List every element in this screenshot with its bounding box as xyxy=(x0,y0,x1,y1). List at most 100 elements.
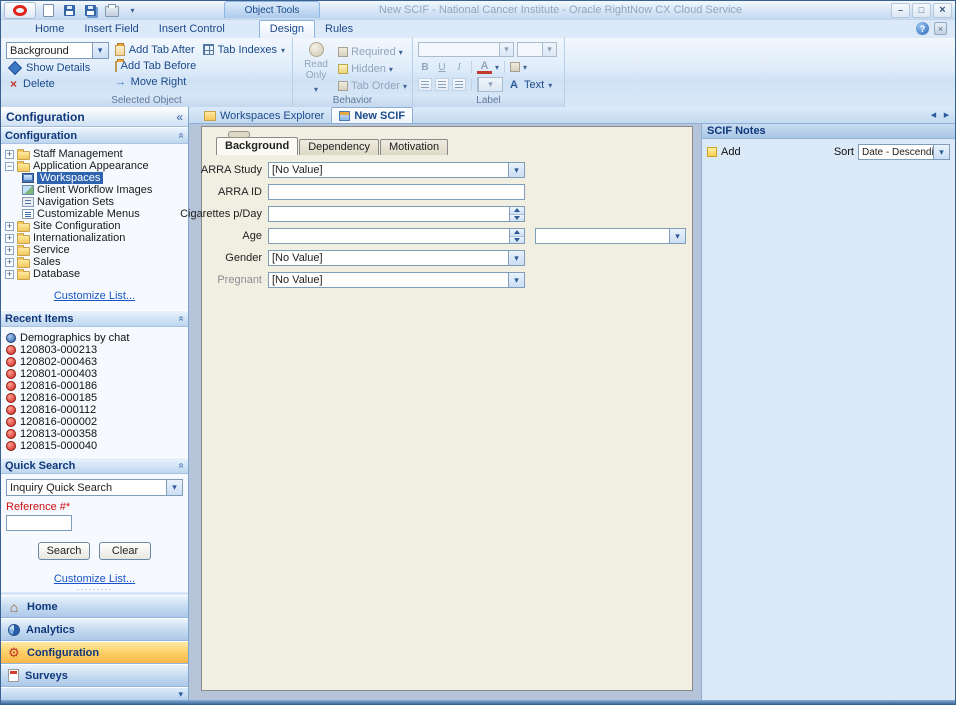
maximize-button[interactable] xyxy=(912,3,931,18)
recent-item[interactable]: 120816-000186 xyxy=(1,380,188,392)
recent-item[interactable]: 120816-000002 xyxy=(1,416,188,428)
expand-icon[interactable] xyxy=(5,270,14,279)
splitter-grip[interactable] xyxy=(77,584,113,594)
tree-item-database[interactable]: Database xyxy=(1,268,188,280)
align-left-button[interactable] xyxy=(418,78,432,91)
underline-button[interactable] xyxy=(435,60,449,74)
tab-insert-control[interactable]: Insert Control xyxy=(149,21,235,38)
chevron-down-icon[interactable] xyxy=(508,251,524,265)
tab-indexes-button[interactable]: Tab Indexes xyxy=(201,42,287,57)
recent-item[interactable]: 120816-000112 xyxy=(1,404,188,416)
arra-study-dropdown[interactable]: [No Value] xyxy=(268,162,525,178)
chevron-down-icon[interactable] xyxy=(92,43,108,58)
tab-dependency[interactable]: Dependency xyxy=(299,139,379,155)
design-canvas[interactable]: Background Dependency Motivation ARRA St… xyxy=(201,126,693,691)
show-details-button[interactable]: Show Details xyxy=(6,60,109,75)
font-size-selector[interactable] xyxy=(517,42,557,57)
chevron-down-icon[interactable] xyxy=(495,61,499,73)
logout-icon[interactable] xyxy=(934,22,947,35)
font-color-button[interactable] xyxy=(477,60,492,74)
tree-item-site-configuration[interactable]: Site Configuration xyxy=(1,220,188,232)
chevron-down-icon[interactable] xyxy=(478,78,502,91)
tab-design[interactable]: Design xyxy=(259,20,315,38)
sort-order-selector[interactable]: Date - Descending xyxy=(858,144,950,160)
required-button[interactable]: Required xyxy=(338,44,407,59)
new-record-button[interactable] xyxy=(41,3,56,17)
chevron-up-icon[interactable] xyxy=(176,463,187,469)
tree-item-customizable-menus[interactable]: Customizable Menus xyxy=(1,208,188,220)
chevron-down-icon[interactable] xyxy=(523,61,527,73)
tab-new-scif[interactable]: New SCIF xyxy=(331,107,413,123)
spin-up-icon[interactable] xyxy=(510,207,524,215)
fill-color-icon[interactable] xyxy=(510,62,520,72)
oracle-menu-button[interactable] xyxy=(4,2,36,19)
chevron-up-icon[interactable] xyxy=(176,133,187,139)
border-selector[interactable] xyxy=(477,77,503,92)
sidebar-overflow-bar[interactable] xyxy=(1,687,188,700)
expand-icon[interactable] xyxy=(5,246,14,255)
bold-button[interactable] xyxy=(418,60,432,74)
save-button[interactable] xyxy=(62,3,77,17)
recent-item[interactable]: 120802-000463 xyxy=(1,356,188,368)
recent-item[interactable]: 120816-000185 xyxy=(1,392,188,404)
save-all-button[interactable] xyxy=(83,3,98,17)
tab-order-button[interactable]: Tab Order xyxy=(338,78,407,93)
align-center-button[interactable] xyxy=(435,78,449,91)
search-button[interactable]: Search xyxy=(38,542,90,560)
background-selector[interactable]: Background xyxy=(6,42,109,59)
italic-button[interactable] xyxy=(452,60,466,74)
tree-item-client-workflow-images[interactable]: Client Workflow Images xyxy=(1,184,188,196)
tree-item-navigation-sets[interactable]: Navigation Sets xyxy=(1,196,188,208)
tab-workspaces-explorer[interactable]: Workspaces Explorer xyxy=(197,108,331,123)
chevron-down-icon[interactable] xyxy=(499,43,513,56)
gender-dropdown[interactable]: [No Value] xyxy=(268,250,525,266)
chevron-up-icon[interactable] xyxy=(176,316,187,322)
tree-item-application-appearance[interactable]: Application Appearance xyxy=(1,160,188,172)
recent-item[interactable]: 120803-000213 xyxy=(1,344,188,356)
text-button[interactable]: Text xyxy=(506,77,554,92)
tab-home[interactable]: Home xyxy=(25,21,74,38)
collapse-pane-icon[interactable] xyxy=(176,110,183,124)
tree-item-staff-management[interactable]: Staff Management xyxy=(1,148,188,160)
expand-icon[interactable] xyxy=(5,150,14,159)
expand-icon[interactable] xyxy=(5,234,14,243)
arra-id-input[interactable] xyxy=(268,184,525,200)
print-button[interactable] xyxy=(104,3,119,17)
tree-item-service[interactable]: Service xyxy=(1,244,188,256)
expand-icon[interactable] xyxy=(5,222,14,231)
add-tab-before-button[interactable]: Add Tab Before xyxy=(113,58,197,73)
sidebar-item-configuration[interactable]: Configuration xyxy=(1,641,188,664)
read-only-button[interactable]: Read Only xyxy=(298,42,334,95)
recent-item[interactable]: 120815-000040 xyxy=(1,440,188,452)
tree-item-sales[interactable]: Sales xyxy=(1,256,188,268)
chevron-down-icon[interactable] xyxy=(508,163,524,177)
tab-rules[interactable]: Rules xyxy=(315,21,363,38)
chevron-down-icon[interactable] xyxy=(178,688,183,700)
reference-number-input[interactable] xyxy=(6,515,72,531)
section-header-configuration[interactable]: Configuration xyxy=(1,127,188,144)
previous-tab-icon[interactable] xyxy=(929,110,938,120)
chevron-down-icon[interactable] xyxy=(933,145,949,159)
section-header-recent-items[interactable]: Recent Items xyxy=(1,310,188,327)
tab-background[interactable]: Background xyxy=(216,137,298,155)
tab-insert-field[interactable]: Insert Field xyxy=(74,21,148,38)
customize-list-link[interactable]: Customize List... xyxy=(54,290,135,302)
collapse-icon[interactable] xyxy=(5,162,14,171)
quick-access-menu-button[interactable] xyxy=(125,3,140,17)
selection-handle[interactable] xyxy=(228,131,250,138)
recent-item[interactable]: 120801-000403 xyxy=(1,368,188,380)
recent-item[interactable]: 120813-000358 xyxy=(1,428,188,440)
spin-down-icon[interactable] xyxy=(510,215,524,222)
font-family-selector[interactable] xyxy=(418,42,514,57)
spin-down-icon[interactable] xyxy=(510,237,524,244)
tree-item-internationalization[interactable]: Internationalization xyxy=(1,232,188,244)
close-button[interactable] xyxy=(933,3,952,18)
sidebar-item-analytics[interactable]: Analytics xyxy=(1,618,188,641)
age-spinner[interactable] xyxy=(268,228,525,244)
move-right-button[interactable]: Move Right xyxy=(113,74,197,89)
age-extra-dropdown[interactable] xyxy=(535,228,686,244)
spin-up-icon[interactable] xyxy=(510,229,524,237)
delete-button[interactable]: Delete xyxy=(6,76,109,91)
align-right-button[interactable] xyxy=(452,78,466,91)
tab-motivation[interactable]: Motivation xyxy=(380,139,448,155)
